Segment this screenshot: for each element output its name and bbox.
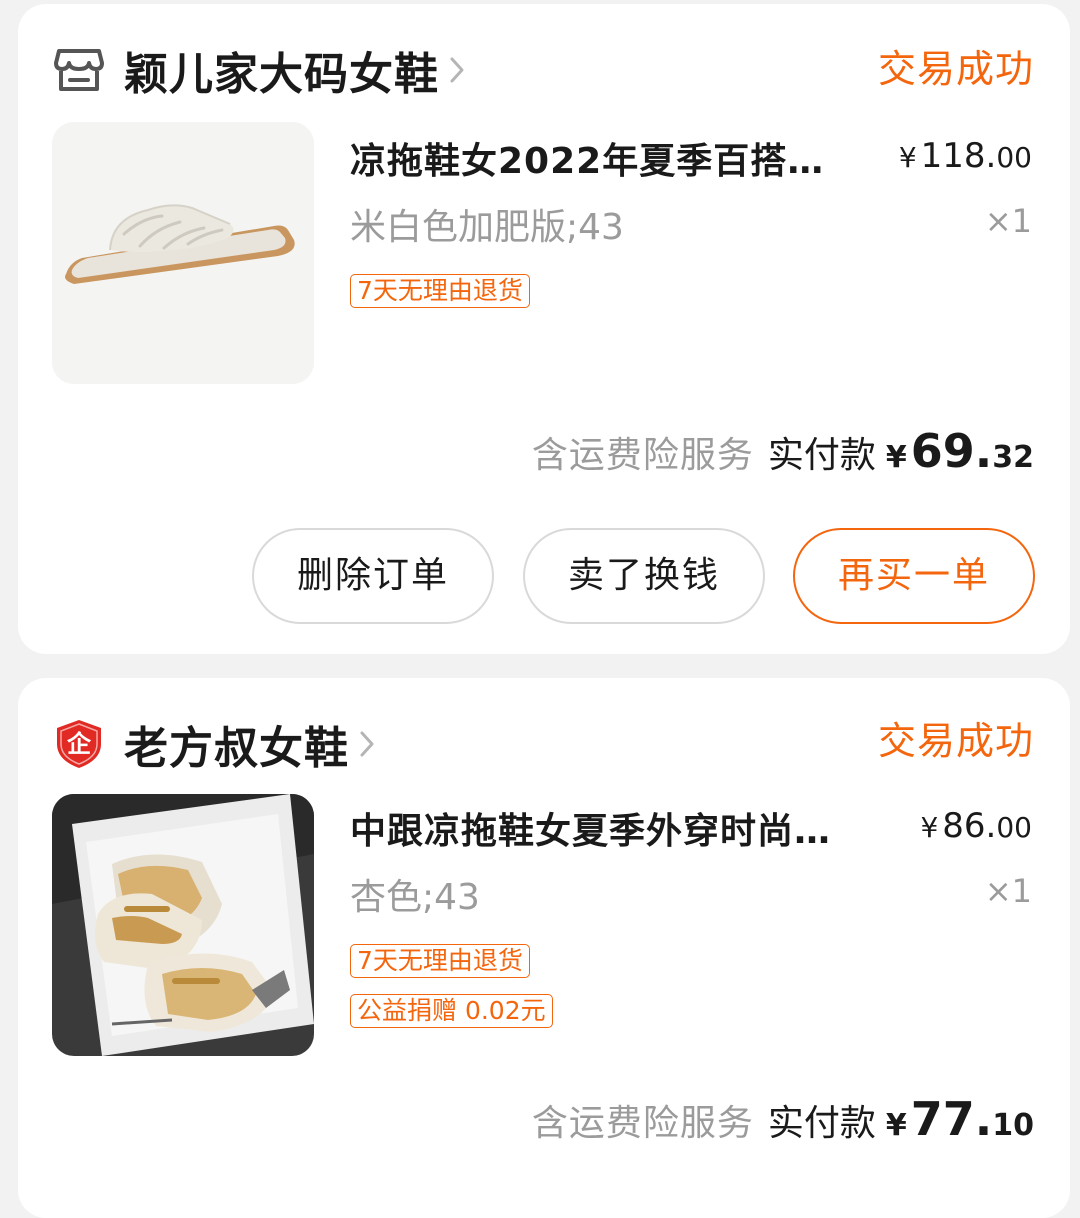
return-policy-tag: 7天无理由退货 [350,944,530,978]
shop-name: 老方叔女鞋 [124,723,349,774]
shop-name: 颖儿家大码女鞋 [124,49,439,100]
total-decimal: 10 [992,1108,1034,1143]
price-integer: 86. [942,806,997,846]
buy-again-button[interactable]: 再买一单 [793,528,1035,624]
shipping-insurance-label: 含运费险服务 [531,435,754,476]
order-card[interactable]: 企 老方叔女鞋 交易成功 中跟凉拖鞋女夏季外穿时尚… ¥ 86.00 杏色;43… [18,678,1070,1218]
total-decimal: 32 [992,440,1034,475]
product-price: ¥86.00 [920,806,1032,846]
shop-link[interactable]: 企 老方叔女鞋 [54,714,375,774]
delete-order-button[interactable]: 删除订单 [252,528,494,624]
charity-donation-tag: 公益捐赠 0.02元 [350,994,553,1028]
total-integer: 77. [910,1092,993,1146]
product-title[interactable]: 中跟凉拖鞋女夏季外穿时尚… [350,802,831,854]
product-price: ¥118.00 [899,136,1032,176]
currency-symbol: ¥ [885,1108,907,1143]
currency-symbol: ¥ [898,141,917,174]
store-icon [54,45,104,95]
enterprise-shield-icon: 企 [54,719,104,769]
currency-symbol: ¥ [885,440,907,475]
price-decimal: 00 [996,811,1032,844]
return-policy-tag: 7天无理由退货 [350,274,530,308]
shipping-insurance-label: 含运费险服务 [531,1103,754,1144]
order-card[interactable]: 颖儿家大码女鞋 交易成功 凉拖鞋女2022年夏季百搭… ¥118.00 米白色加… [18,4,1070,654]
order-total: 含运费险服务 实付款 ¥77. 10 [532,1092,1034,1146]
shop-link[interactable]: 颖儿家大码女鞋 [54,40,465,100]
order-status: 交易成功 [877,47,1034,91]
paid-amount-label: 实付款 [767,435,876,476]
product-quantity: ×1 [984,872,1032,910]
chevron-right-icon [449,55,465,85]
price-decimal: 00 [996,141,1032,174]
currency-symbol: ¥ [920,811,939,844]
product-spec: 杏色;43 [350,877,480,918]
total-integer: 69. [910,424,993,478]
chevron-right-icon [359,729,375,759]
product-quantity: ×1 [984,202,1032,240]
resell-button[interactable]: 卖了换钱 [523,528,765,624]
enterprise-badge-text: 企 [67,730,92,758]
product-image[interactable] [52,122,314,384]
order-status: 交易成功 [877,719,1034,763]
price-integer: 118. [920,136,997,176]
product-title[interactable]: 凉拖鞋女2022年夏季百搭… [350,132,824,184]
product-image[interactable] [52,794,314,1056]
order-total: 含运费险服务 实付款 ¥69. 32 [532,424,1034,478]
paid-amount-label: 实付款 [767,1103,876,1144]
product-spec: 米白色加肥版;43 [350,207,624,248]
